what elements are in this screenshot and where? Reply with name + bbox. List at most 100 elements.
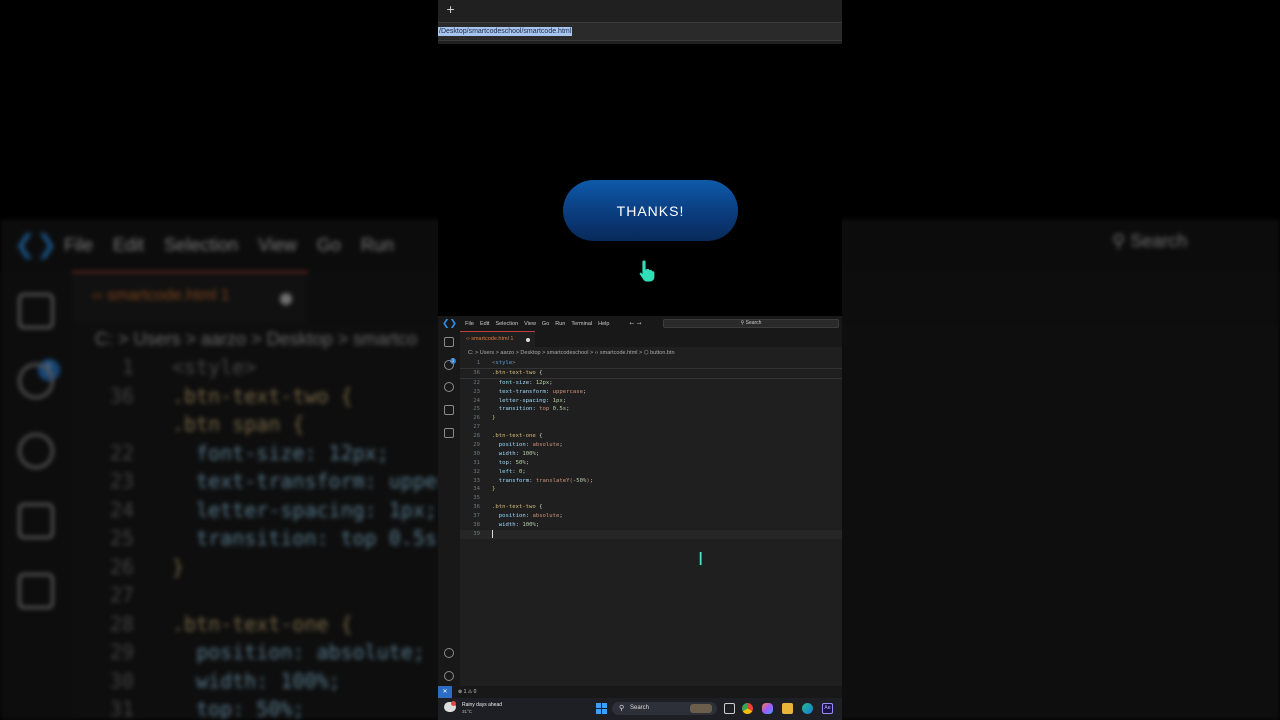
bg-search-label: Search [1130, 231, 1188, 251]
menu-view[interactable]: View [524, 321, 536, 327]
new-tab-button[interactable]: + [446, 3, 455, 16]
menu-selection[interactable]: Selection [495, 321, 518, 327]
line-number: 33 [473, 477, 480, 484]
code-line[interactable]: 24 letter-spacing: 1px; [460, 397, 842, 406]
url-text[interactable]: /Desktop/smartcodeschool/smartcode.html [438, 27, 573, 36]
code-line[interactable]: 31 top: 50%; [460, 459, 842, 468]
tab-label: ‹› smartcode.html 1 [466, 336, 514, 342]
sticky-scroll-line[interactable]: 1 <style> [460, 359, 842, 369]
copilot-icon[interactable] [762, 703, 773, 714]
file-explorer-icon[interactable] [782, 703, 793, 714]
bg-source-control-icon [18, 433, 54, 469]
code-line[interactable]: 34} [460, 485, 842, 494]
line-content: transition: top 0.5s; [498, 406, 570, 413]
extensions-icon[interactable] [444, 428, 454, 438]
page-preview: THANKS! [438, 44, 842, 316]
run-debug-icon[interactable] [444, 405, 454, 415]
bg-tab-label: ‹› smartcode.html 1 [92, 287, 230, 304]
code-line[interactable]: 35 [460, 494, 842, 503]
bg-line-text: font-size: 12px; [172, 440, 389, 465]
bg-menu-run: Run [360, 234, 394, 255]
vscode-window: ❮❯ File Edit Selection View Go Run Termi… [438, 316, 842, 720]
breadcrumb[interactable]: C: > Users > aarzo > Desktop > smartcode… [468, 350, 675, 356]
windows-start-icon[interactable] [596, 703, 607, 714]
bg-menu-selection: Selection [164, 234, 239, 255]
bg-line-text: transition: top 0.5s; [172, 526, 449, 550]
line-number: 37 [473, 513, 480, 520]
tab-smartcode[interactable]: ‹› smartcode.html 1 [460, 331, 535, 347]
bg-line-text: .btn-text-two { [172, 383, 353, 408]
unsaved-dot[interactable] [526, 338, 530, 342]
bg-line-number: 1 [121, 355, 134, 379]
line-number: 22 [473, 379, 480, 386]
menu-terminal[interactable]: Terminal [571, 321, 592, 327]
nav-arrows[interactable]: ← → [629, 320, 641, 327]
code-editor[interactable]: 1 <style> 36 .btn-text-two {22 font-size: 1… [460, 359, 842, 539]
problems-status[interactable]: ⊗ 1 ⚠ 0 [458, 689, 476, 695]
code-line[interactable]: 23 text-transform: uppercase; [460, 388, 842, 397]
code-line[interactable]: 28 .btn-text-one { [460, 432, 842, 441]
code-line[interactable]: 25 transition: top 0.5s; [460, 405, 842, 414]
line-number: 34 [473, 486, 480, 493]
weather-widget[interactable]: Rainy days ahead 31°C [444, 701, 514, 717]
hand-cursor-icon [638, 259, 656, 283]
weather-title: Rainy days ahead [462, 702, 503, 708]
menu-run[interactable]: Run [555, 321, 565, 327]
line-number: 23 [473, 388, 480, 395]
menu-file[interactable]: File [465, 321, 474, 327]
code-line[interactable]: 26} [460, 414, 842, 423]
line-content: text-transform: uppercase; [498, 388, 587, 395]
code-line[interactable]: 29 position: absolute; [460, 441, 842, 450]
bg-line-text: letter-spacing: 1px; [172, 497, 437, 522]
menu-go[interactable]: Go [542, 321, 549, 327]
code-line[interactable]: 30 width: 100%; [460, 450, 842, 459]
line-content: top: 50%; [498, 459, 530, 466]
code-line[interactable]: 36 .btn-text-two { [460, 503, 842, 512]
task-view-icon[interactable] [724, 703, 735, 714]
code-line[interactable]: 37 position: absolute; [460, 512, 842, 521]
taskbar-search-label: Search [630, 705, 650, 711]
bg-line-text: } [172, 554, 185, 579]
search-icon[interactable] [444, 360, 454, 370]
after-effects-icon[interactable]: Ae [822, 703, 833, 714]
code-line[interactable]: 33 transform: translateY(-50%); [460, 477, 842, 486]
command-center-search[interactable]: ⚲ Search [663, 319, 839, 328]
thanks-button-label: THANKS! [616, 202, 685, 219]
center-panel: + /Desktop/smartcodeschool/smartcode.htm… [438, 0, 842, 720]
chrome-icon[interactable] [742, 703, 753, 714]
code-line[interactable]: 22 font-size: 12px; [460, 379, 842, 388]
bg-line-text: top: 50%; [172, 697, 305, 720]
bg-line-number: 28 [109, 611, 134, 636]
bg-run-debug-icon [18, 503, 54, 539]
address-bar[interactable]: /Desktop/smartcodeschool/smartcode.html [438, 22, 842, 41]
line-number: 1 [476, 360, 480, 366]
bg-breadcrumb: C: > Users > aarzo > Desktop > smartco [95, 329, 418, 349]
code-line[interactable]: 32 left: 0; [460, 468, 842, 477]
line-number: 29 [473, 442, 480, 449]
bg-search: ⚲ Search [1112, 231, 1188, 251]
gear-icon[interactable] [444, 671, 454, 681]
line-content: } [492, 415, 496, 422]
source-control-icon[interactable] [444, 382, 454, 392]
bg-menu-file: File [64, 234, 94, 255]
edge-icon[interactable] [802, 703, 813, 714]
account-icon[interactable] [444, 648, 454, 658]
menu-edit[interactable]: Edit [480, 321, 489, 327]
code-line[interactable]: 27 [460, 423, 842, 432]
bg-line-number: 26 [109, 554, 134, 579]
line-number: 28 [473, 433, 480, 440]
taskbar-search[interactable]: ⚲ Search [612, 702, 717, 715]
bg-line-text: width: 100%; [172, 668, 341, 693]
code-line[interactable]: 38 width: 100%; [460, 521, 842, 530]
line-number: 32 [473, 468, 480, 475]
remote-indicator[interactable]: ✕ [438, 686, 452, 698]
line-content [492, 529, 493, 538]
bg-line-number: 24 [109, 497, 134, 522]
thanks-button[interactable]: THANKS! [563, 180, 738, 241]
sticky-scroll-line[interactable]: 36 .btn-text-two { [460, 368, 842, 379]
explorer-icon[interactable] [444, 337, 454, 347]
line-number: 26 [473, 415, 480, 422]
code-line[interactable]: 39 [460, 529, 842, 539]
menu-help[interactable]: Help [598, 321, 609, 327]
line-content: } [492, 486, 496, 493]
